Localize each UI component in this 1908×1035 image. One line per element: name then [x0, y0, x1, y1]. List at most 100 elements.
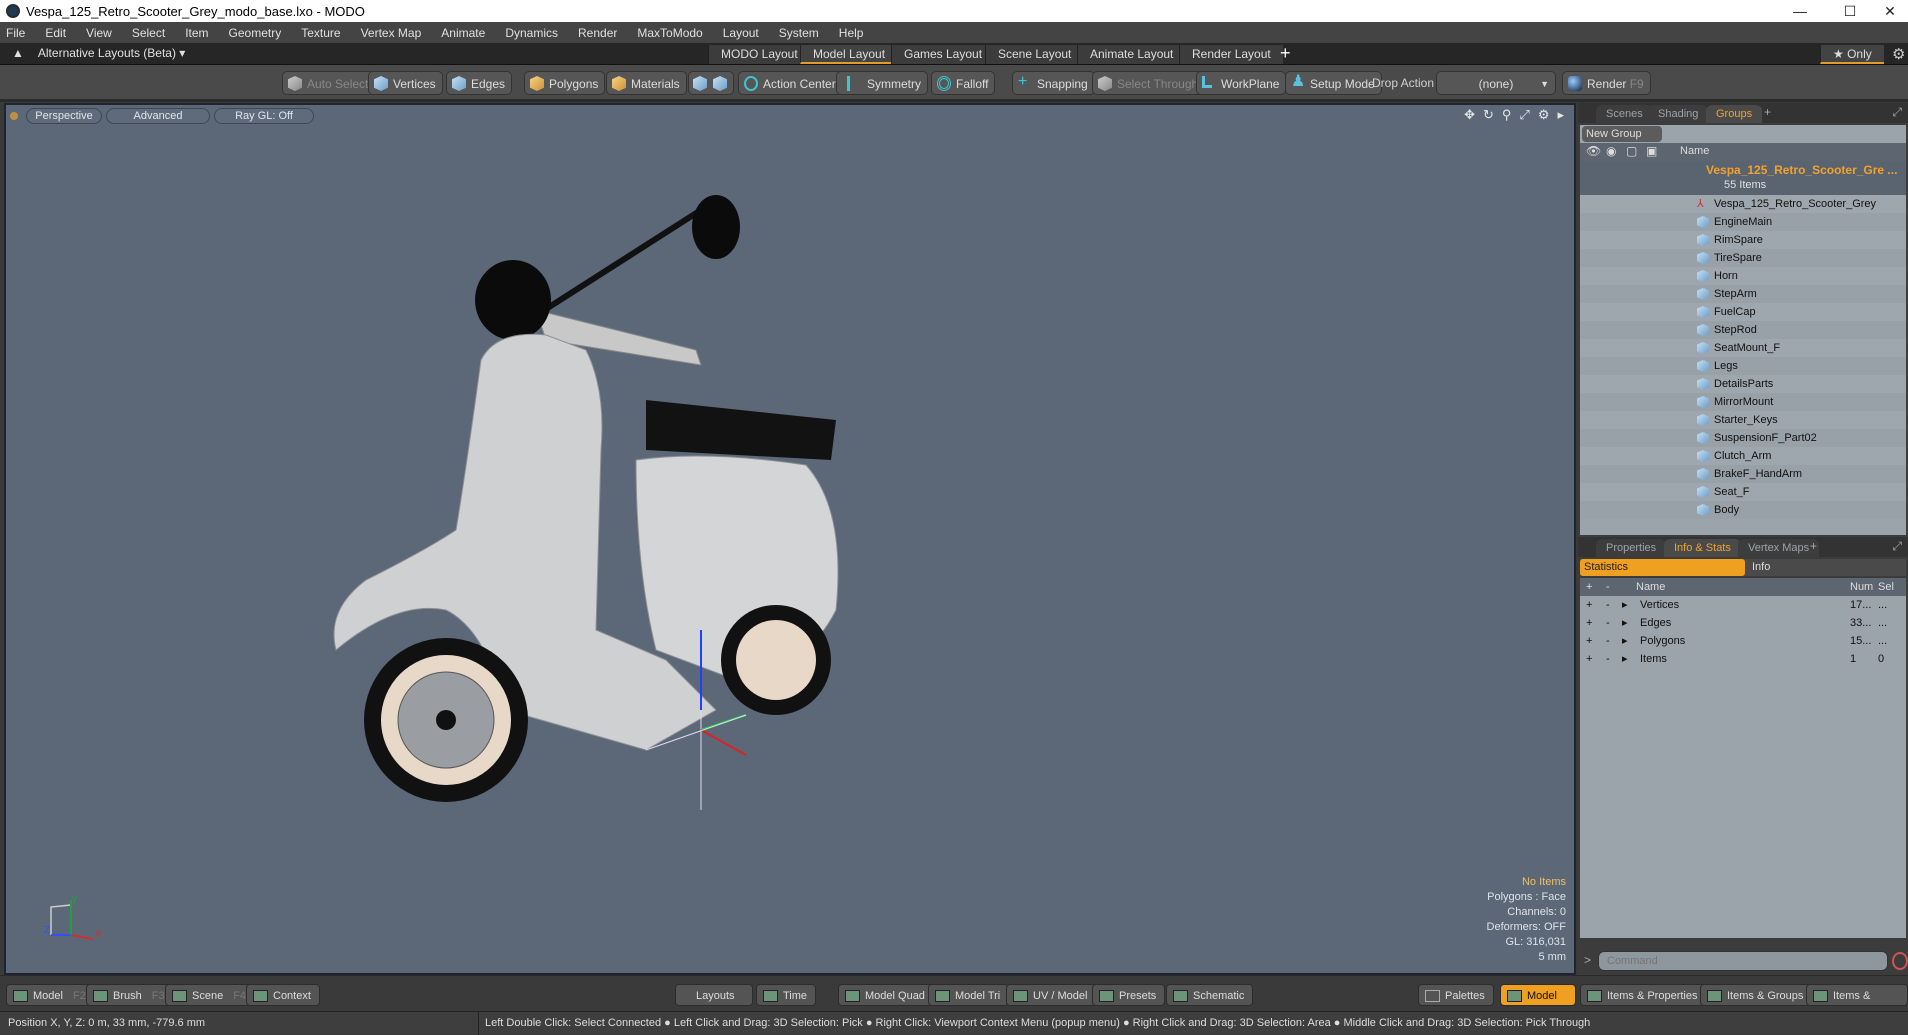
stats-row[interactable]: + - ▸ Vertices 17...... [1580, 596, 1906, 614]
group-item-row[interactable]: TireSpare [1580, 249, 1906, 267]
stats-row[interactable]: + - ▸ Items 1 0 [1580, 650, 1906, 668]
maximize-button[interactable]: ☐ [1830, 0, 1870, 22]
gear-icon[interactable]: ⚙ [1892, 45, 1905, 63]
tab-items-shading[interactable]: Items & Shading [1806, 984, 1908, 1024]
menu-item[interactable]: Item [185, 26, 208, 40]
tab-vertex-maps[interactable]: Vertex Maps [1738, 539, 1820, 557]
expand-arrow-icon[interactable]: ▸ [1622, 596, 1628, 614]
group-item-row[interactable]: Seat_F [1580, 483, 1906, 501]
group-item-row[interactable]: Clutch_Arm [1580, 447, 1906, 465]
tab-model-tri[interactable]: Model Tri [928, 984, 1010, 1006]
group-item-row[interactable]: MirrorMount [1580, 393, 1906, 411]
polygons-button[interactable]: Polygons [524, 71, 606, 95]
edges-button[interactable]: Edges [446, 71, 513, 95]
tab-model-quad[interactable]: Model Quad [838, 984, 934, 1006]
render-button[interactable]: Render F9 [1562, 71, 1651, 95]
tab-model-layout-active[interactable]: Model [1500, 984, 1576, 1006]
menu-help[interactable]: Help [839, 26, 864, 40]
tab-shading[interactable]: Shading [1648, 105, 1709, 123]
tab-render-layout[interactable]: Render Layout [1179, 45, 1283, 64]
collapse-button[interactable]: - [1606, 614, 1610, 632]
add-layout-button[interactable]: + [1280, 43, 1291, 64]
shading-mode-button[interactable]: Advanced [106, 108, 210, 124]
menu-texture[interactable]: Texture [301, 26, 340, 40]
collapse-button[interactable]: - [1606, 632, 1610, 650]
menu-file[interactable]: File [6, 26, 25, 40]
group-item-row[interactable]: ⅄ Vespa_125_Retro_Scooter_Grey [1580, 195, 1906, 213]
scooter-model[interactable] [306, 190, 1066, 950]
rotate-icon[interactable]: ↻ [1483, 107, 1494, 123]
expand-arrow-icon[interactable]: ▸ [1622, 650, 1628, 668]
close-button[interactable]: ✕ [1870, 0, 1908, 22]
tab-scene-mode[interactable]: Scene F4 [165, 984, 256, 1006]
expand-all-column[interactable]: + [1586, 578, 1592, 596]
group-item-row[interactable]: Starter_Keys [1580, 411, 1906, 429]
tab-schematic[interactable]: Schematic [1166, 984, 1254, 1006]
tab-context-mode[interactable]: Context [246, 984, 320, 1006]
expand-button[interactable]: + [1586, 632, 1592, 650]
tab-properties[interactable]: Properties [1596, 539, 1667, 557]
name-column[interactable]: Name [1636, 578, 1665, 596]
tab-games-layout[interactable]: Games Layout [891, 45, 995, 64]
palettes-button[interactable]: Palettes [1418, 984, 1494, 1006]
group-item-row[interactable]: FuelCap [1580, 303, 1906, 321]
group-root-row[interactable]: Vespa_125_Retro_Scooter_Gre ... 55 Items [1580, 161, 1906, 195]
group-item-row[interactable]: StepArm [1580, 285, 1906, 303]
materials-button[interactable]: Materials [606, 71, 687, 95]
group-item-row[interactable]: Legs [1580, 357, 1906, 375]
menu-render[interactable]: Render [578, 26, 617, 40]
pan-icon[interactable]: ✥ [1464, 107, 1475, 123]
num-column[interactable]: Num [1850, 578, 1873, 596]
group-item-row[interactable]: Horn [1580, 267, 1906, 285]
alternative-layouts-dropdown[interactable]: Alternative Layouts (Beta) ▾ [38, 46, 185, 60]
snapping-button[interactable]: + Snapping [1012, 71, 1095, 95]
new-group-button[interactable]: New Group [1582, 126, 1662, 142]
lock-icon[interactable]: ▢ [1626, 144, 1637, 158]
expand-button[interactable]: + [1586, 614, 1592, 632]
tab-groups[interactable]: Groups [1706, 105, 1763, 123]
sel-column[interactable]: Sel [1878, 578, 1894, 596]
symmetry-button[interactable]: Symmetry [836, 71, 928, 95]
tab-model-mode[interactable]: Model F2 [6, 984, 95, 1006]
tab-model-layout[interactable]: Model Layout [800, 45, 898, 64]
tab-items-properties[interactable]: Items & Properties [1580, 984, 1707, 1006]
expand-icon[interactable]: ⤢ [1892, 539, 1902, 554]
name-column-header[interactable]: Name [1680, 145, 1709, 157]
expand-arrow-icon[interactable]: ▸ [1622, 614, 1628, 632]
statistics-tab[interactable]: Statistics [1580, 559, 1745, 576]
menu-view[interactable]: View [86, 26, 112, 40]
expand-icon[interactable]: ⤢ [1892, 105, 1902, 120]
stats-row[interactable]: + - ▸ Edges 33...... [1580, 614, 1906, 632]
3d-viewport[interactable]: Perspective Advanced Ray GL: Off ✥ ↻ ⚲ ⤢… [4, 103, 1576, 975]
group-item-row[interactable]: SuspensionF_Part02 [1580, 429, 1906, 447]
menu-geometry[interactable]: Geometry [229, 26, 282, 40]
menu-dynamics[interactable]: Dynamics [505, 26, 558, 40]
tab-presets[interactable]: Presets [1092, 984, 1166, 1006]
drop-action-select[interactable]: (none) ▼ [1436, 71, 1556, 95]
group-item-row[interactable]: DetailsParts [1580, 375, 1906, 393]
minimize-button[interactable]: — [1780, 0, 1820, 22]
tab-layouts[interactable]: Layouts [675, 984, 753, 1006]
command-input[interactable] [1598, 951, 1888, 971]
tab-scene-layout[interactable]: Scene Layout [985, 45, 1084, 64]
info-tab[interactable]: Info [1752, 559, 1770, 576]
workplane-button[interactable]: WorkPlane [1196, 71, 1287, 95]
view-type-button[interactable]: Perspective [26, 108, 102, 124]
tab-time[interactable]: Time [756, 984, 817, 1006]
setup-mode-button[interactable]: ♟ Setup Mode [1285, 71, 1382, 95]
group-item-row[interactable]: StepRod [1580, 321, 1906, 339]
collapse-button[interactable]: - [1606, 596, 1610, 614]
select-icon[interactable]: ▣ [1646, 144, 1657, 158]
render-camera-icon[interactable]: ◉ [1606, 144, 1616, 158]
stats-row[interactable]: + - ▸ Polygons 15...... [1580, 632, 1906, 650]
group-item-row[interactable]: Body [1580, 501, 1906, 519]
menu-select[interactable]: Select [132, 26, 165, 40]
tab-brush-mode[interactable]: Brush F3 [86, 984, 174, 1006]
vertices-button[interactable]: Vertices [368, 71, 443, 95]
tab-uv-model[interactable]: UV / Model [1006, 984, 1097, 1006]
only-toggle[interactable]: ★ Only [1820, 45, 1884, 64]
tab-animate-layout[interactable]: Animate Layout [1077, 45, 1186, 64]
tab-items-groups[interactable]: Items & Groups [1700, 984, 1813, 1006]
expand-button[interactable]: + [1586, 650, 1592, 668]
viewport-options-icon[interactable] [10, 112, 18, 120]
